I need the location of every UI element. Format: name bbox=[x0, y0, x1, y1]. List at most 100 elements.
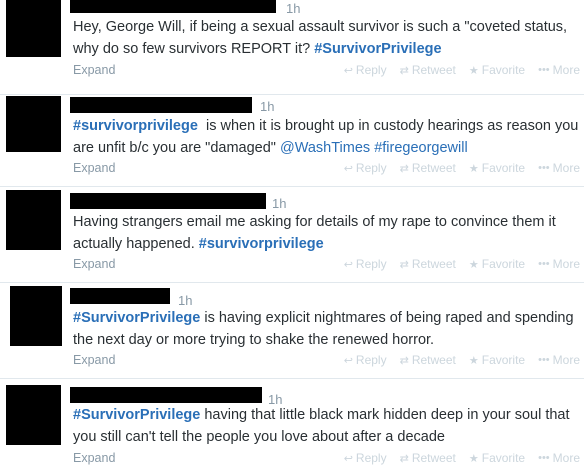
tweet[interactable]: 1h Having strangers email me asking for … bbox=[0, 187, 584, 283]
tweet[interactable]: 1h #SurvivorPrivilege is having explicit… bbox=[0, 283, 584, 379]
tweet-text-segment: having that little black mark hidden dee… bbox=[200, 407, 570, 423]
tweet-text-segment: is having explicit nightmares of being r… bbox=[200, 310, 574, 326]
tweet[interactable]: 1h #survivorprivilege is when it is brou… bbox=[0, 95, 584, 187]
reply-label: Reply bbox=[355, 63, 387, 77]
more-dots-icon: ••• bbox=[538, 258, 550, 270]
star-icon: ★ bbox=[468, 258, 479, 271]
more-label: More bbox=[552, 353, 580, 367]
reply-icon: ↩ bbox=[343, 162, 353, 175]
star-icon: ★ bbox=[468, 452, 479, 465]
avatar[interactable] bbox=[10, 286, 62, 346]
reply-button[interactable]: ↩ Reply bbox=[344, 63, 387, 77]
tweet-text: #survivorprivilege is when it is brought… bbox=[73, 115, 579, 159]
retweet-button[interactable]: ⇄ Retweet bbox=[400, 257, 456, 271]
favorite-button[interactable]: ★ Favorite bbox=[469, 353, 525, 367]
hashtag-link[interactable]: #survivorprivilege bbox=[199, 236, 324, 252]
reply-button[interactable]: ↩ Reply bbox=[344, 161, 387, 175]
tweet-timestamp[interactable]: 1h bbox=[286, 1, 300, 16]
reply-label: Reply bbox=[355, 161, 387, 175]
retweet-label: Retweet bbox=[411, 63, 456, 77]
hashtag-link[interactable]: #SurvivorPrivilege bbox=[73, 310, 200, 326]
redacted-username bbox=[70, 288, 170, 304]
tweet-text-segment: is when it is brought up in custody hear… bbox=[197, 118, 579, 134]
reply-icon: ↩ bbox=[343, 452, 353, 465]
expand-link[interactable]: Expand bbox=[73, 353, 115, 367]
retweet-button[interactable]: ⇄ Retweet bbox=[400, 161, 456, 175]
expand-link[interactable]: Expand bbox=[73, 63, 115, 77]
more-button[interactable]: ••• More bbox=[538, 63, 580, 77]
reply-icon: ↩ bbox=[343, 354, 353, 367]
tweet-text: #SurvivorPrivilege is having explicit ni… bbox=[73, 307, 576, 351]
avatar[interactable] bbox=[6, 0, 61, 57]
tweet-timestamp[interactable]: 1h bbox=[272, 196, 286, 211]
favorite-label: Favorite bbox=[481, 353, 526, 367]
redacted-username bbox=[70, 387, 262, 403]
redacted-username bbox=[70, 193, 266, 209]
more-button[interactable]: ••• More bbox=[538, 451, 580, 465]
tweet[interactable]: 1h Hey, George Will, if being a sexual a… bbox=[0, 0, 584, 95]
tweet-text-line: Having strangers email me asking for det… bbox=[73, 214, 556, 230]
retweet-icon: ⇄ bbox=[399, 452, 409, 465]
retweet-button[interactable]: ⇄ Retweet bbox=[400, 353, 456, 367]
hashtag-link[interactable]: #survivorprivilege bbox=[73, 118, 198, 134]
favorite-label: Favorite bbox=[481, 161, 526, 175]
more-label: More bbox=[552, 161, 580, 175]
tweet-text-segment: are unfit b/c you are "damaged" bbox=[73, 140, 280, 156]
expand-link[interactable]: Expand bbox=[73, 257, 115, 271]
tweet-text-segment: why do so few survivors REPORT it? bbox=[73, 41, 315, 57]
more-dots-icon: ••• bbox=[538, 162, 550, 174]
more-button[interactable]: ••• More bbox=[538, 353, 580, 367]
tweet-actions: ↩ Reply ⇄ Retweet ★ Favorite ••• More bbox=[344, 353, 580, 367]
avatar[interactable] bbox=[6, 385, 61, 445]
reply-icon: ↩ bbox=[343, 64, 353, 77]
reply-label: Reply bbox=[355, 257, 387, 271]
retweet-label: Retweet bbox=[411, 451, 456, 465]
star-icon: ★ bbox=[468, 64, 479, 77]
tweet-text: Hey, George Will, if being a sexual assa… bbox=[73, 16, 576, 60]
tweet-actions: ↩ Reply ⇄ Retweet ★ Favorite ••• More bbox=[344, 451, 580, 465]
tweet-text-line: Hey, George Will, if being a sexual assa… bbox=[73, 19, 568, 35]
favorite-button[interactable]: ★ Favorite bbox=[469, 257, 525, 271]
tweet-text: #SurvivorPrivilege having that little bl… bbox=[73, 404, 576, 448]
redacted-username bbox=[70, 0, 276, 13]
hashtag-link[interactable]: #SurvivorPrivilege bbox=[73, 407, 200, 423]
favorite-button[interactable]: ★ Favorite bbox=[469, 451, 525, 465]
more-dots-icon: ••• bbox=[538, 64, 550, 76]
retweet-button[interactable]: ⇄ Retweet bbox=[400, 63, 456, 77]
tweet-text-line: the next day or more trying to shake the… bbox=[73, 332, 435, 348]
mention-link[interactable]: @WashTimes bbox=[280, 140, 370, 156]
tweet[interactable]: 1h #SurvivorPrivilege having that little… bbox=[0, 379, 584, 473]
avatar[interactable] bbox=[6, 190, 61, 250]
more-button[interactable]: ••• More bbox=[538, 257, 580, 271]
more-label: More bbox=[552, 63, 580, 77]
expand-link[interactable]: Expand bbox=[73, 161, 115, 175]
more-button[interactable]: ••• More bbox=[538, 161, 580, 175]
reply-button[interactable]: ↩ Reply bbox=[344, 257, 387, 271]
tweet-actions: ↩ Reply ⇄ Retweet ★ Favorite ••• More bbox=[344, 161, 580, 175]
retweet-icon: ⇄ bbox=[399, 64, 409, 77]
tweet-text-segment: actually happened. bbox=[73, 236, 199, 252]
reply-button[interactable]: ↩ Reply bbox=[344, 353, 387, 367]
reply-button[interactable]: ↩ Reply bbox=[344, 451, 387, 465]
hashtag-link[interactable]: #SurvivorPrivilege bbox=[314, 41, 441, 57]
retweet-label: Retweet bbox=[411, 257, 456, 271]
tweet-actions: ↩ Reply ⇄ Retweet ★ Favorite ••• More bbox=[344, 63, 580, 77]
retweet-button[interactable]: ⇄ Retweet bbox=[400, 451, 456, 465]
reply-icon: ↩ bbox=[343, 258, 353, 271]
favorite-label: Favorite bbox=[481, 63, 526, 77]
tweet-timestamp[interactable]: 1h bbox=[178, 293, 192, 308]
expand-link[interactable]: Expand bbox=[73, 451, 115, 465]
retweet-icon: ⇄ bbox=[399, 258, 409, 271]
avatar[interactable] bbox=[6, 96, 61, 152]
hashtag-link[interactable]: #firegeorgewill bbox=[374, 140, 468, 156]
favorite-button[interactable]: ★ Favorite bbox=[469, 161, 525, 175]
tweet-timestamp[interactable]: 1h bbox=[260, 99, 274, 114]
favorite-label: Favorite bbox=[481, 451, 526, 465]
redacted-username bbox=[70, 97, 252, 113]
tweet-text: Having strangers email me asking for det… bbox=[73, 211, 576, 255]
favorite-button[interactable]: ★ Favorite bbox=[469, 63, 525, 77]
more-dots-icon: ••• bbox=[538, 452, 550, 464]
more-label: More bbox=[552, 451, 580, 465]
retweet-label: Retweet bbox=[411, 353, 456, 367]
more-dots-icon: ••• bbox=[538, 354, 550, 366]
